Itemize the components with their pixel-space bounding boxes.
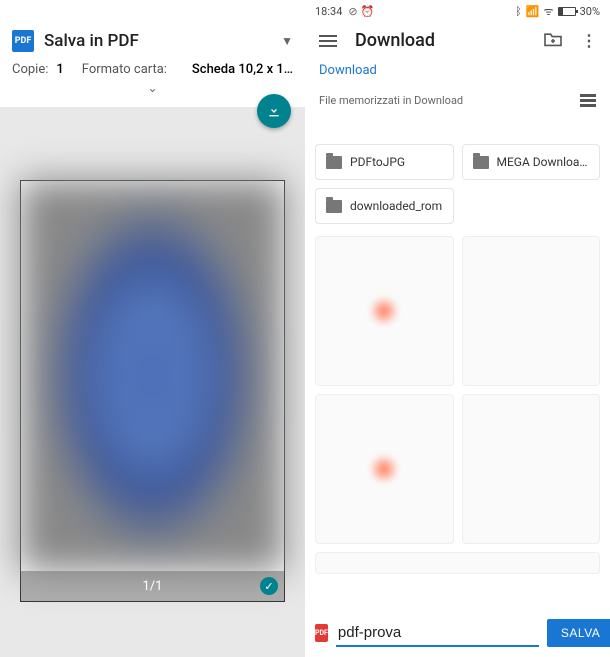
print-preview-screen: PDF Salva in PDF ▼ Copie: 1 Formato cart… <box>0 0 305 657</box>
preview-footer: 1/1 ✓ <box>21 571 284 601</box>
section-header: File memorizzati in Download <box>305 88 610 113</box>
battery-percent: 30% <box>580 5 600 18</box>
more-options-button[interactable]: ⋮ <box>581 31 596 50</box>
dnd-icon: ⊘ <box>348 5 357 18</box>
destination-selector[interactable]: PDF Salva in PDF ▼ <box>12 30 293 52</box>
folder-label: MEGA Downloa… <box>497 155 588 169</box>
folder-label: PDFtoJPG <box>350 155 405 169</box>
copies-value[interactable]: 1 <box>56 62 63 77</box>
save-bar: PDF SALVA <box>315 613 600 647</box>
status-notification-icons: ⊘ ⏰ <box>348 5 374 18</box>
filename-input[interactable] <box>336 620 539 647</box>
save-pdf-fab[interactable] <box>257 94 291 128</box>
paper-format-label: Formato carta: <box>82 62 167 77</box>
print-header: PDF Salva in PDF ▼ Copie: 1 Formato cart… <box>0 22 305 107</box>
page-selected-icon[interactable]: ✓ <box>260 577 278 595</box>
status-time: 18:34 <box>315 5 342 18</box>
chevron-down-icon: ▼ <box>281 34 293 48</box>
page-indicator: 1/1 <box>143 579 163 594</box>
battery-icon <box>558 7 576 16</box>
app-bar: Download ⋮ <box>305 20 610 59</box>
signal-icon: 📶 <box>526 5 540 18</box>
folder-icon <box>473 156 489 169</box>
folder-label: downloaded_rom <box>350 199 442 213</box>
new-folder-button[interactable] <box>543 31 563 51</box>
alarm-icon: ⏰ <box>361 5 375 18</box>
section-label: File memorizzati in Download <box>319 94 463 107</box>
breadcrumb[interactable]: Download <box>305 59 610 88</box>
status-bar: 18:34 ⊘ ⏰ ᛒ 📶 ᯤ 30% <box>305 0 610 20</box>
preview-image <box>20 180 285 572</box>
copies-label: Copie: <box>12 62 48 77</box>
save-button[interactable]: SALVA <box>547 619 610 647</box>
file-item[interactable] <box>462 394 601 544</box>
folder-item[interactable]: PDFtoJPG <box>315 144 454 180</box>
expand-options-button[interactable]: ⌄ <box>12 77 293 99</box>
file-item[interactable] <box>462 236 601 386</box>
folder-icon <box>326 200 342 213</box>
status-bar <box>0 0 305 22</box>
file-item[interactable] <box>315 236 454 386</box>
app-bar-title: Download <box>355 30 525 51</box>
list-view-toggle[interactable] <box>580 94 596 107</box>
page-preview[interactable]: 1/1 ✓ <box>20 180 285 602</box>
pdf-icon: PDF <box>12 30 34 52</box>
folder-item[interactable]: downloaded_rom <box>315 188 454 224</box>
bluetooth-icon: ᛒ <box>515 5 522 18</box>
folder-item[interactable]: MEGA Downloa… <box>462 144 601 180</box>
paper-format-value[interactable]: Scheda 10,2 x 1… <box>175 62 293 77</box>
file-item[interactable] <box>315 552 600 574</box>
menu-icon[interactable] <box>319 35 337 47</box>
download-pdf-icon <box>266 103 282 119</box>
wifi-icon: ᯤ <box>544 4 554 19</box>
folder-icon <box>326 156 342 169</box>
file-item[interactable] <box>315 394 454 544</box>
pdf-badge-icon: PDF <box>315 624 328 642</box>
file-picker-screen: 18:34 ⊘ ⏰ ᛒ 📶 ᯤ 30% Download ⋮ Download … <box>305 0 610 657</box>
file-list[interactable]: PDFtoJPG MEGA Downloa… downloaded_rom <box>305 140 610 607</box>
destination-title: Salva in PDF <box>44 31 271 51</box>
